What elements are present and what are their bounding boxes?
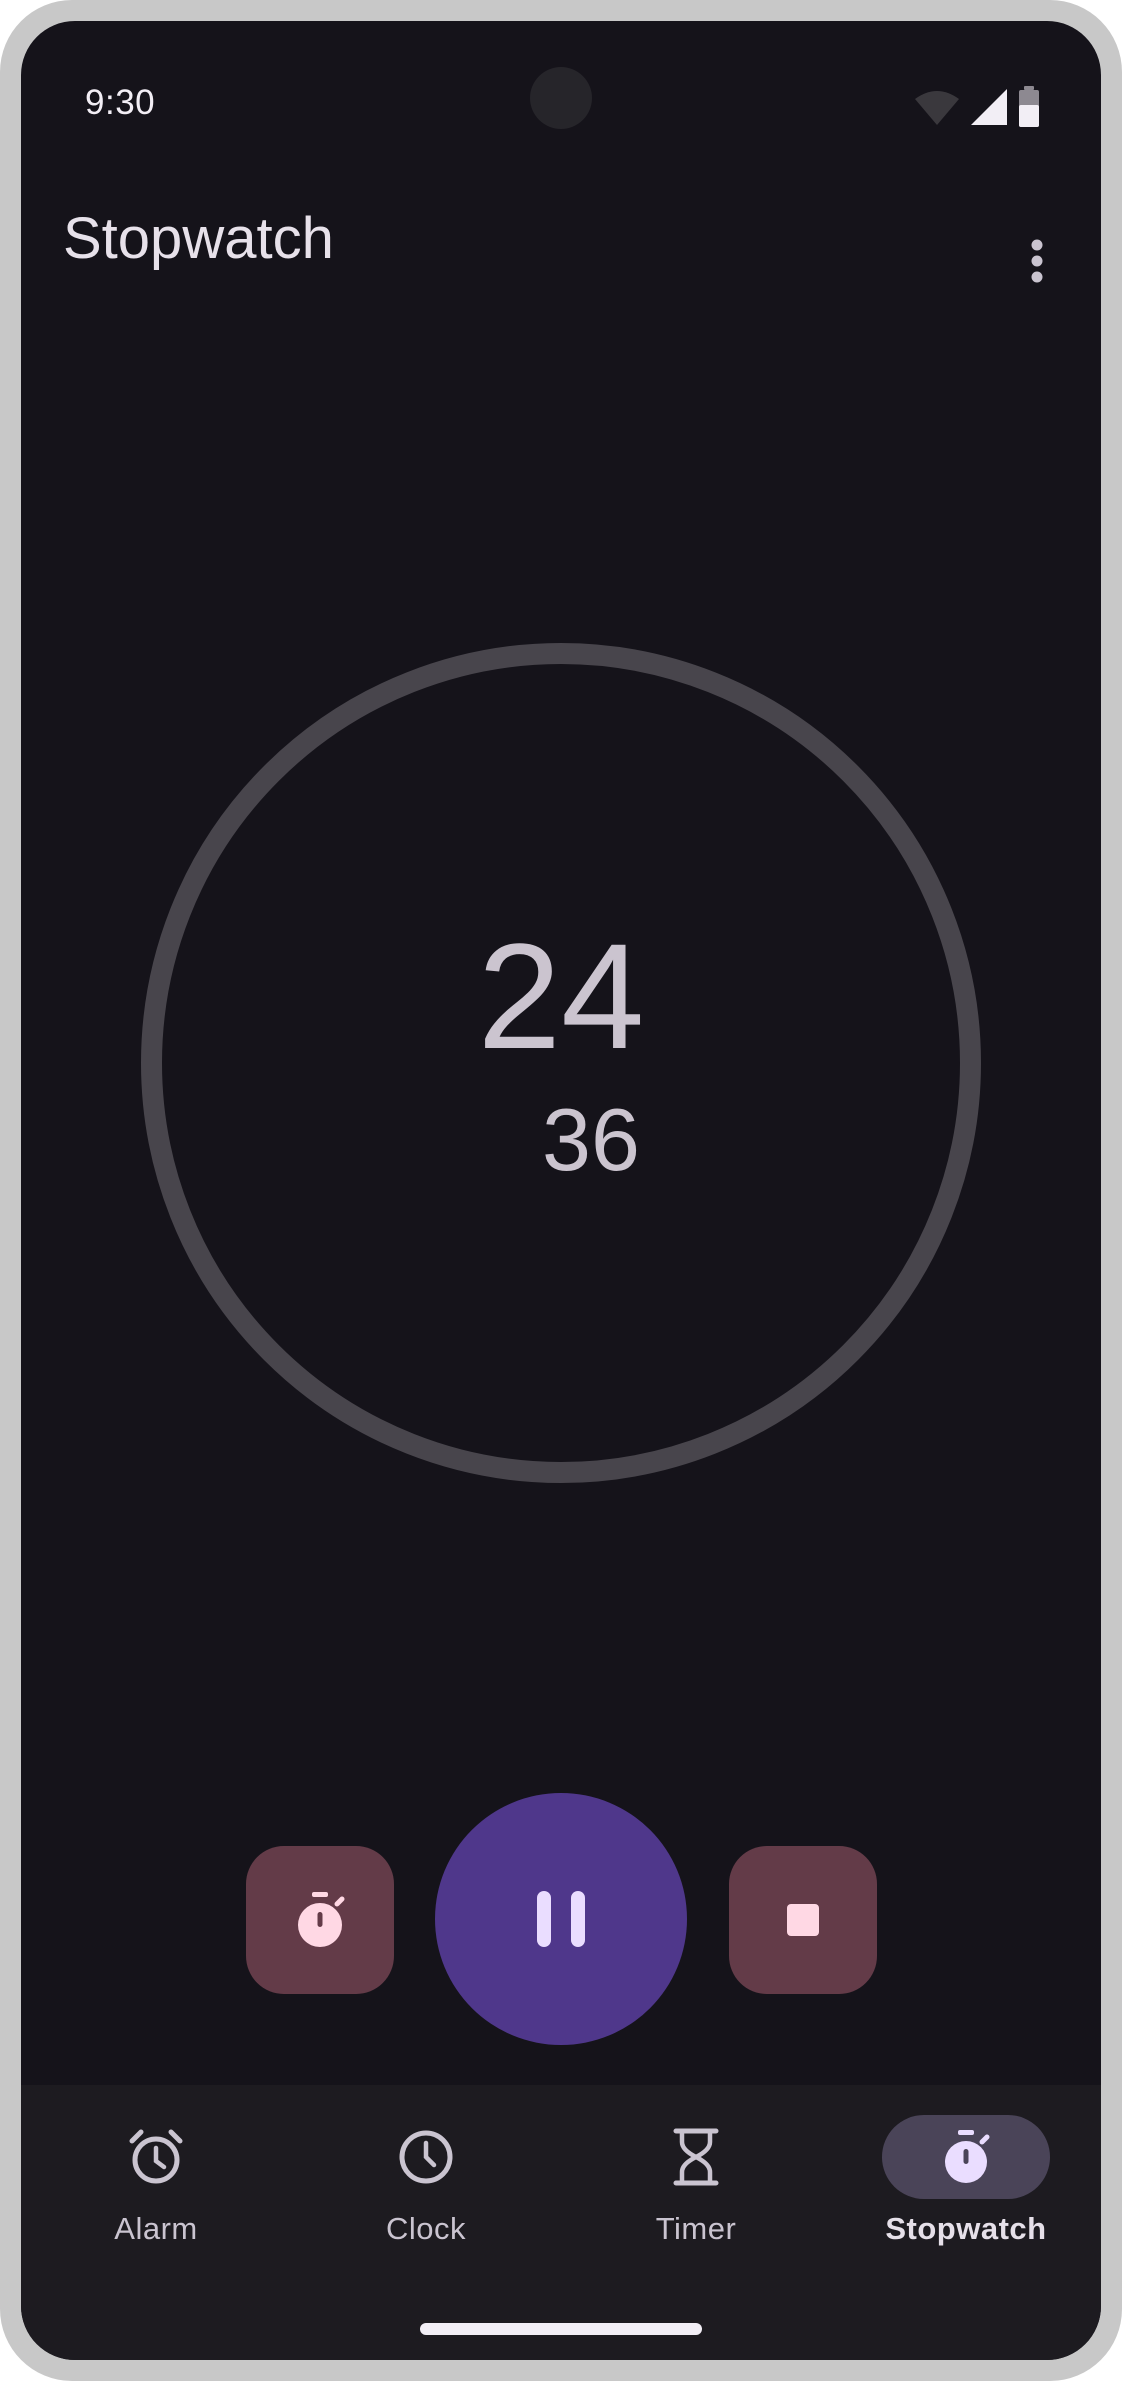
screen: 9:30 Stopwatch 24 36 Alarm Clock Timer S… [21,21,1101,2360]
nav-label-timer: Timer [655,2211,737,2246]
nav-label-clock: Clock [385,2211,466,2246]
timer-icon [945,2130,990,2183]
stop-button[interactable] [729,1846,877,1994]
alarm-icon [129,2129,183,2184]
nav-label-alarm: Alarm [114,2211,198,2246]
home-indicator[interactable] [420,2323,702,2335]
timer-icon [298,1892,345,1947]
more-options-button[interactable] [1015,225,1059,297]
lap-button[interactable] [246,1846,394,1994]
pause-button[interactable] [435,1793,687,2045]
nav-indicator [342,2115,510,2199]
page-title: Stopwatch [63,206,334,271]
cellular-signal-icon [971,89,1007,125]
stop-icon [787,1904,819,1936]
device-frame: 9:30 Stopwatch 24 36 Alarm Clock Timer S… [0,0,1122,2381]
status-bar-icons [913,85,1041,129]
nav-indicator [612,2115,780,2199]
nav-item-timer[interactable]: Timer [561,2115,831,2275]
nav-indicator [72,2115,240,2199]
nav-item-clock[interactable]: Clock [291,2115,561,2275]
nav-label-stopwatch: Stopwatch [885,2211,1047,2246]
wifi-icon [915,91,959,125]
more-vert-icon [1031,239,1043,283]
battery-icon [1019,86,1039,127]
elapsed-hundredths: 36 [542,1090,640,1189]
clock-icon [399,2130,453,2184]
bottom-navigation: Alarm Clock Timer Stopwatch [21,2085,1101,2360]
pause-icon [537,1891,585,1947]
status-bar-time: 9:30 [85,83,156,122]
nav-indicator-active [882,2115,1050,2199]
nav-item-alarm[interactable]: Alarm [21,2115,291,2275]
nav-item-stopwatch[interactable]: Stopwatch [831,2115,1101,2275]
hourglass-icon [673,2128,719,2186]
front-camera [530,67,592,129]
elapsed-seconds: 24 [477,912,645,1080]
